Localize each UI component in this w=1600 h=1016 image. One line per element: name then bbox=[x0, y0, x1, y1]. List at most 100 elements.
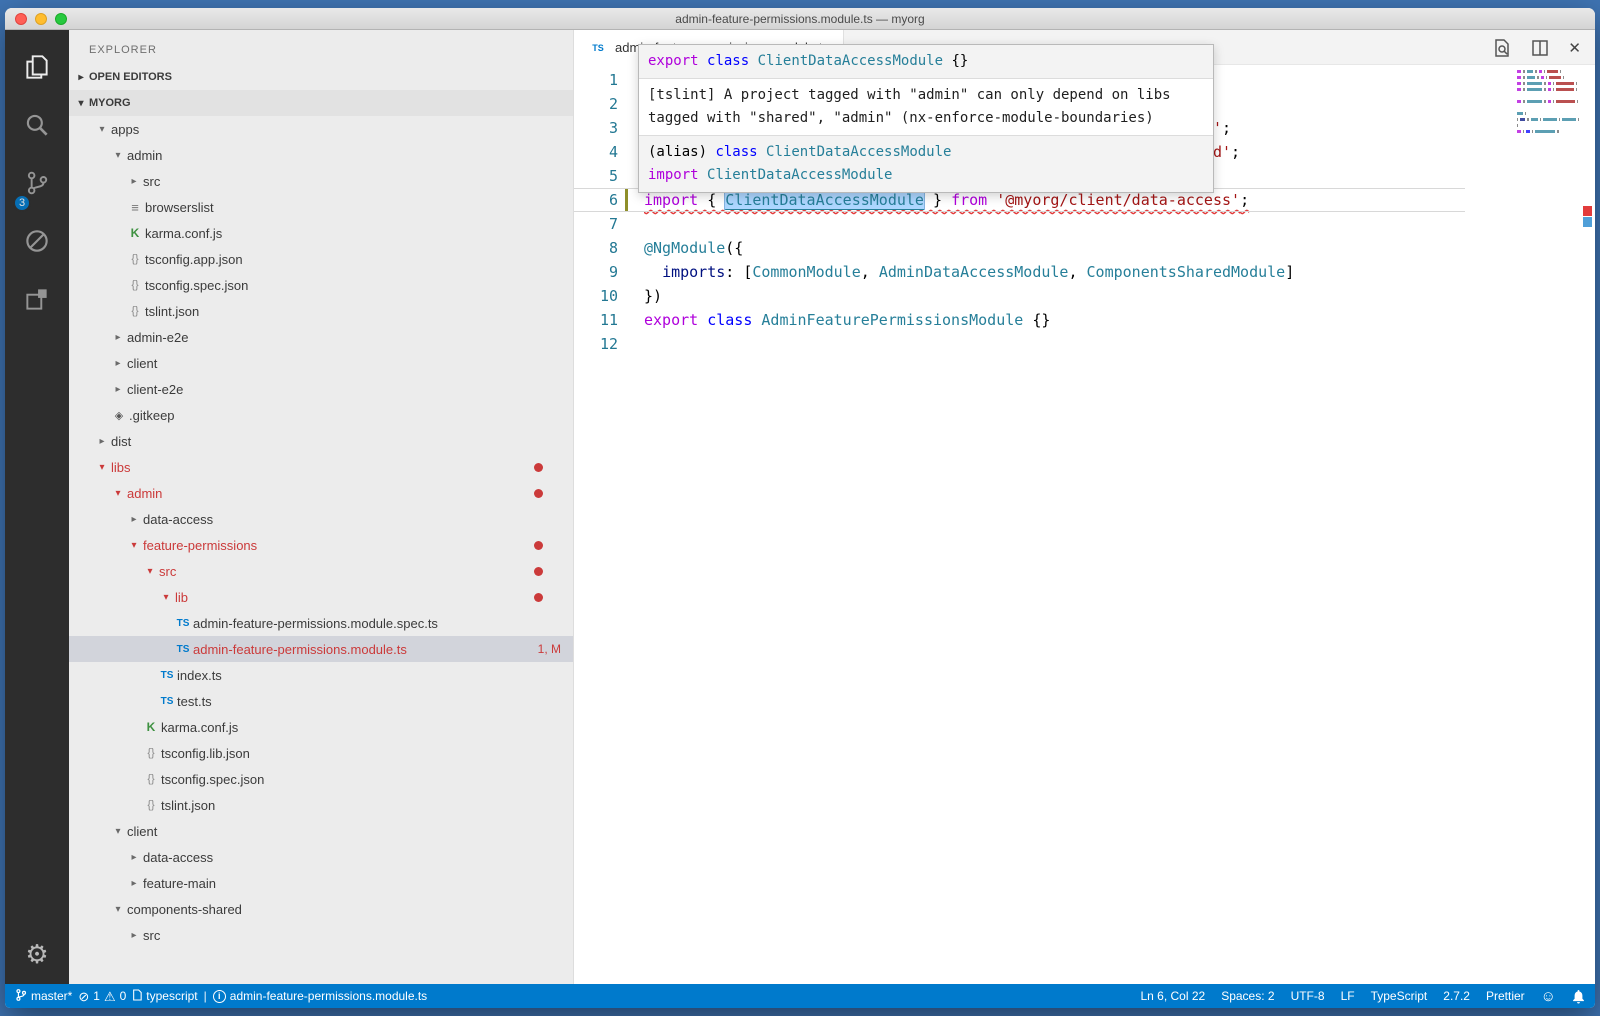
tree-item--gitkeep[interactable]: ◈.gitkeep bbox=[69, 402, 573, 428]
title-bar[interactable]: admin-feature-permissions.module.ts — my… bbox=[5, 8, 1595, 30]
tree-item-index-ts[interactable]: TSindex.ts bbox=[69, 662, 573, 688]
tree-item-data-access[interactable]: ▸data-access bbox=[69, 844, 573, 870]
chevron-down-icon[interactable]: ▾ bbox=[109, 488, 127, 499]
tree-item-src[interactable]: ▾src bbox=[69, 558, 573, 584]
tree-item-src[interactable]: ▸src bbox=[69, 168, 573, 194]
code-line-10[interactable]: 10}) bbox=[574, 284, 1595, 308]
chevron-right-icon[interactable]: ▸ bbox=[109, 384, 127, 395]
chevron-right-icon[interactable]: ▸ bbox=[93, 436, 111, 447]
minimap-segment bbox=[1548, 88, 1551, 91]
tree-item-tslint-json[interactable]: {}tslint.json bbox=[69, 792, 573, 818]
code-token: ClientDataAccessModule bbox=[766, 144, 951, 160]
cursor-position[interactable]: Ln 6, Col 22 bbox=[1140, 984, 1205, 1008]
workspace-section[interactable]: ▾ MYORG bbox=[69, 90, 573, 116]
minimap[interactable] bbox=[1517, 70, 1579, 142]
tree-item-test-ts[interactable]: TStest.ts bbox=[69, 688, 573, 714]
tree-item-src[interactable]: ▸src bbox=[69, 922, 573, 948]
code-line-7[interactable]: 7 bbox=[574, 212, 1595, 236]
tree-item-libs[interactable]: ▾libs bbox=[69, 454, 573, 480]
chevron-down-icon[interactable]: ▾ bbox=[109, 150, 127, 161]
minimap-segment bbox=[1523, 70, 1525, 73]
tree-item-tsconfig-spec-json[interactable]: {}tsconfig.spec.json bbox=[69, 272, 573, 298]
minimap-segment bbox=[1553, 88, 1554, 91]
chevron-right-icon[interactable]: ▸ bbox=[125, 878, 143, 889]
chevron-right-icon[interactable]: ▸ bbox=[109, 358, 127, 369]
tslint-status[interactable]: typescript bbox=[132, 984, 197, 1008]
indentation-status[interactable]: Spaces: 2 bbox=[1221, 984, 1274, 1008]
typescript-version[interactable]: 2.7.2 bbox=[1443, 984, 1470, 1008]
tree-item-apps[interactable]: ▾apps bbox=[69, 116, 573, 142]
close-window-button[interactable] bbox=[15, 13, 27, 25]
activity-debug-button[interactable] bbox=[5, 214, 69, 272]
activity-extensions-button[interactable] bbox=[5, 272, 69, 330]
chevron-down-icon[interactable]: ▾ bbox=[157, 592, 175, 603]
activity-source-control-button[interactable]: 3 bbox=[5, 156, 69, 214]
close-editor-icon[interactable]: ✕ bbox=[1568, 39, 1581, 57]
problems-status[interactable]: ⊘ 1 ⚠ 0 bbox=[78, 984, 126, 1008]
line-content: imports: [CommonModule, AdminDataAccessM… bbox=[644, 260, 1294, 284]
chevron-right-icon[interactable]: ▸ bbox=[125, 514, 143, 525]
chevron-right-icon[interactable]: ▸ bbox=[125, 176, 143, 187]
tree-item-admin-feature-permissions-module-spec-ts[interactable]: TSadmin-feature-permissions.module.spec.… bbox=[69, 610, 573, 636]
chevron-right-icon[interactable]: ▸ bbox=[109, 332, 127, 343]
code-line-9[interactable]: 9 imports: [CommonModule, AdminDataAcces… bbox=[574, 260, 1595, 284]
formatter-status[interactable]: Prettier bbox=[1486, 984, 1525, 1008]
split-editor-icon[interactable] bbox=[1530, 38, 1550, 58]
open-editors-section[interactable]: ▸ OPEN EDITORS bbox=[69, 64, 573, 90]
minimize-window-button[interactable] bbox=[35, 13, 47, 25]
tree-item-feature-main[interactable]: ▸feature-main bbox=[69, 870, 573, 896]
tree-item-admin-e2e[interactable]: ▸admin-e2e bbox=[69, 324, 573, 350]
activity-explorer-button[interactable] bbox=[5, 40, 69, 98]
chevron-right-icon: ▸ bbox=[73, 72, 89, 83]
chevron-right-icon[interactable]: ▸ bbox=[125, 852, 143, 863]
notifications-bell-icon[interactable] bbox=[1572, 984, 1585, 1008]
encoding-status[interactable]: UTF-8 bbox=[1291, 984, 1325, 1008]
minimap-line bbox=[1517, 82, 1579, 85]
eol-status[interactable]: LF bbox=[1341, 984, 1355, 1008]
tree-item-karma-conf-js[interactable]: Kkarma.conf.js bbox=[69, 220, 573, 246]
tree-item-tsconfig-lib-json[interactable]: {}tsconfig.lib.json bbox=[69, 740, 573, 766]
settings-gear-icon[interactable]: ⚙ bbox=[25, 939, 48, 970]
tree-item-admin[interactable]: ▾admin bbox=[69, 142, 573, 168]
tree-item-admin[interactable]: ▾admin bbox=[69, 480, 573, 506]
code-token bbox=[758, 144, 766, 160]
tree-item-lib[interactable]: ▾lib bbox=[69, 584, 573, 610]
tree-item-label: src bbox=[143, 928, 160, 943]
tree-item-data-access[interactable]: ▸data-access bbox=[69, 506, 573, 532]
tree-item-admin-feature-permissions-module-ts[interactable]: TSadmin-feature-permissions.module.ts1, … bbox=[69, 636, 573, 662]
tree-item-tsconfig-app-json[interactable]: {}tsconfig.app.json bbox=[69, 246, 573, 272]
open-editors-label: OPEN EDITORS bbox=[89, 71, 172, 83]
code-line-11[interactable]: 11export class AdminFeaturePermissionsMo… bbox=[574, 308, 1595, 332]
tree-item-dist[interactable]: ▸dist bbox=[69, 428, 573, 454]
tree-item-client-e2e[interactable]: ▸client-e2e bbox=[69, 376, 573, 402]
activity-search-button[interactable] bbox=[5, 98, 69, 156]
chevron-down-icon[interactable]: ▾ bbox=[125, 540, 143, 551]
chevron-down-icon[interactable]: ▾ bbox=[93, 124, 111, 135]
tree-item-client[interactable]: ▸client bbox=[69, 350, 573, 376]
language-mode[interactable]: TypeScript bbox=[1371, 984, 1428, 1008]
tree-item-label: test.ts bbox=[177, 694, 212, 709]
code-line-8[interactable]: 8@NgModule({ bbox=[574, 236, 1595, 260]
overview-ruler[interactable] bbox=[1581, 66, 1595, 984]
zoom-window-button[interactable] bbox=[55, 13, 67, 25]
git-branch-status[interactable]: master* bbox=[15, 984, 72, 1008]
chevron-down-icon[interactable]: ▾ bbox=[109, 904, 127, 915]
chevron-right-icon[interactable]: ▸ bbox=[125, 930, 143, 941]
tree-item-components-shared[interactable]: ▾components-shared bbox=[69, 896, 573, 922]
tree-item-label: tslint.json bbox=[145, 304, 199, 319]
tree-item-feature-permissions[interactable]: ▾feature-permissions bbox=[69, 532, 573, 558]
tree-item-browserslist[interactable]: ≡browserslist bbox=[69, 194, 573, 220]
feedback-smiley-icon[interactable]: ☺ bbox=[1541, 984, 1556, 1008]
chevron-down-icon[interactable]: ▾ bbox=[109, 826, 127, 837]
tree-item-karma-conf-js[interactable]: Kkarma.conf.js bbox=[69, 714, 573, 740]
chevron-down-icon[interactable]: ▾ bbox=[141, 566, 159, 577]
open-preview-icon[interactable] bbox=[1492, 38, 1512, 58]
active-file-status[interactable]: i admin-feature-permissions.module.ts bbox=[213, 984, 427, 1008]
tree-item-client[interactable]: ▾client bbox=[69, 818, 573, 844]
minimap-line bbox=[1517, 136, 1579, 139]
tree-item-tsconfig-spec-json[interactable]: {}tsconfig.spec.json bbox=[69, 766, 573, 792]
minimap-segment bbox=[1523, 82, 1525, 85]
chevron-down-icon[interactable]: ▾ bbox=[93, 462, 111, 473]
code-line-12[interactable]: 12 bbox=[574, 332, 1595, 356]
tree-item-tslint-json[interactable]: {}tslint.json bbox=[69, 298, 573, 324]
